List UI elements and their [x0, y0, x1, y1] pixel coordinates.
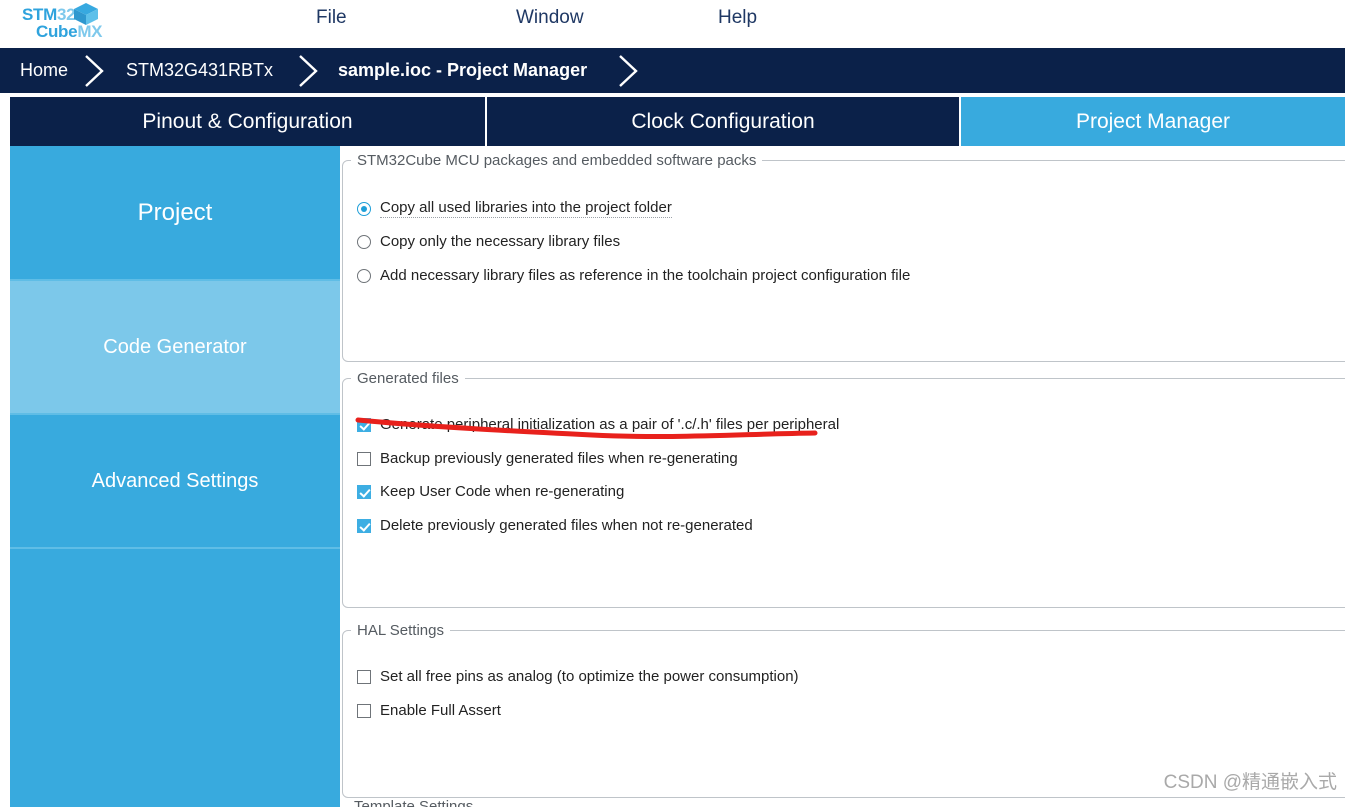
checkbox-icon[interactable]	[357, 518, 371, 533]
checkbox-icon[interactable]	[357, 669, 371, 684]
menu-item-file[interactable]: File	[308, 4, 355, 32]
sidebar-item-label: Project	[137, 198, 213, 226]
main-tab-bar: Pinout & Configuration Clock Configurati…	[0, 97, 1345, 146]
checkbox-set-free-pins-analog[interactable]: Set all free pins as analog (to optimize…	[357, 668, 799, 685]
menu-item-window[interactable]: Window	[508, 4, 592, 32]
sidebar-empty-area	[10, 549, 340, 805]
logo-text-cube: Cube	[36, 22, 78, 41]
radio-label: Copy only the necessary library files	[380, 233, 621, 250]
stm32cubemx-window: STM32 CubeMX File Window Help Home STM32…	[0, 0, 1345, 807]
group-mcu-packages: STM32Cube MCU packages and embedded soft…	[342, 152, 1345, 362]
group-mcu-packages-title: STM32Cube MCU packages and embedded soft…	[357, 152, 757, 169]
chevron-right-icon	[614, 52, 644, 90]
checkbox-icon[interactable]	[357, 451, 371, 466]
breadcrumb: Home STM32G431RBTx sample.ioc - Project …	[0, 48, 1345, 93]
menu-bar: STM32 CubeMX File Window Help	[0, 0, 1345, 48]
menu-item-help[interactable]: Help	[710, 4, 765, 32]
group-template-settings-title: Template Settings	[354, 798, 474, 807]
breadcrumb-item-mcu[interactable]: STM32G431RBTx	[126, 48, 273, 93]
sidebar-item-advanced-settings[interactable]: Advanced Settings	[10, 415, 340, 549]
radio-add-library-reference[interactable]: Add necessary library files as reference…	[357, 267, 910, 284]
code-generator-panel: STM32Cube MCU packages and embedded soft…	[342, 146, 1345, 807]
checkbox-label: Backup previously generated files when r…	[380, 450, 738, 467]
radio-label: Add necessary library files as reference…	[380, 267, 911, 284]
chevron-right-icon	[294, 52, 324, 90]
checkbox-keep-user-code[interactable]: Keep User Code when re-generating	[357, 483, 624, 500]
breadcrumb-item-home[interactable]: Home	[20, 48, 68, 93]
checkbox-backup-previously-generated[interactable]: Backup previously generated files when r…	[357, 450, 738, 467]
checkbox-icon[interactable]	[357, 417, 371, 432]
radio-icon[interactable]	[357, 201, 371, 216]
group-hal-settings-title: HAL Settings	[357, 622, 444, 639]
sidebar-item-label: Code Generator	[103, 335, 247, 358]
project-manager-sidebar: Project Code Generator Advanced Settings	[10, 146, 340, 807]
sidebar-item-code-generator[interactable]: Code Generator	[10, 281, 340, 415]
radio-icon[interactable]	[357, 268, 371, 283]
checkbox-label: Enable Full Assert	[380, 702, 501, 719]
checkbox-enable-full-assert[interactable]: Enable Full Assert	[357, 702, 501, 719]
breadcrumb-item-project[interactable]: sample.ioc - Project Manager	[338, 48, 587, 93]
tab-pinout-configuration[interactable]: Pinout & Configuration	[10, 97, 485, 146]
checkbox-icon[interactable]	[357, 703, 371, 718]
checkbox-generate-peripheral-init[interactable]: Generate peripheral initialization as a …	[357, 416, 839, 433]
radio-icon[interactable]	[357, 234, 371, 249]
checkbox-label: Set all free pins as analog (to optimize…	[380, 668, 799, 685]
logo-line-cubemx: CubeMX	[36, 22, 103, 42]
logo-text-mx: MX	[77, 22, 103, 41]
tab-clock-configuration[interactable]: Clock Configuration	[487, 97, 959, 146]
group-generated-files-title: Generated files	[357, 370, 459, 387]
checkbox-label: Generate peripheral initialization as a …	[380, 416, 840, 433]
radio-copy-necessary-libraries[interactable]: Copy only the necessary library files	[357, 233, 620, 250]
checkbox-icon[interactable]	[357, 484, 371, 499]
group-generated-files: Generated files Generate peripheral init…	[342, 370, 1345, 608]
checkbox-label: Delete previously generated files when n…	[380, 517, 753, 534]
radio-copy-all-libraries[interactable]: Copy all used libraries into the project…	[357, 199, 672, 218]
chevron-right-icon	[80, 52, 110, 90]
checkbox-delete-previously-generated[interactable]: Delete previously generated files when n…	[357, 517, 753, 534]
checkbox-label: Keep User Code when re-generating	[380, 483, 625, 500]
sidebar-item-label: Advanced Settings	[91, 469, 259, 492]
tab-project-manager[interactable]: Project Manager	[961, 97, 1345, 146]
sidebar-item-project[interactable]: Project	[10, 146, 340, 281]
watermark-text: CSDN @精通嵌入式	[1163, 772, 1337, 793]
radio-label: Copy all used libraries into the project…	[380, 199, 672, 218]
stm32cubemx-logo: STM32 CubeMX	[10, 2, 120, 46]
